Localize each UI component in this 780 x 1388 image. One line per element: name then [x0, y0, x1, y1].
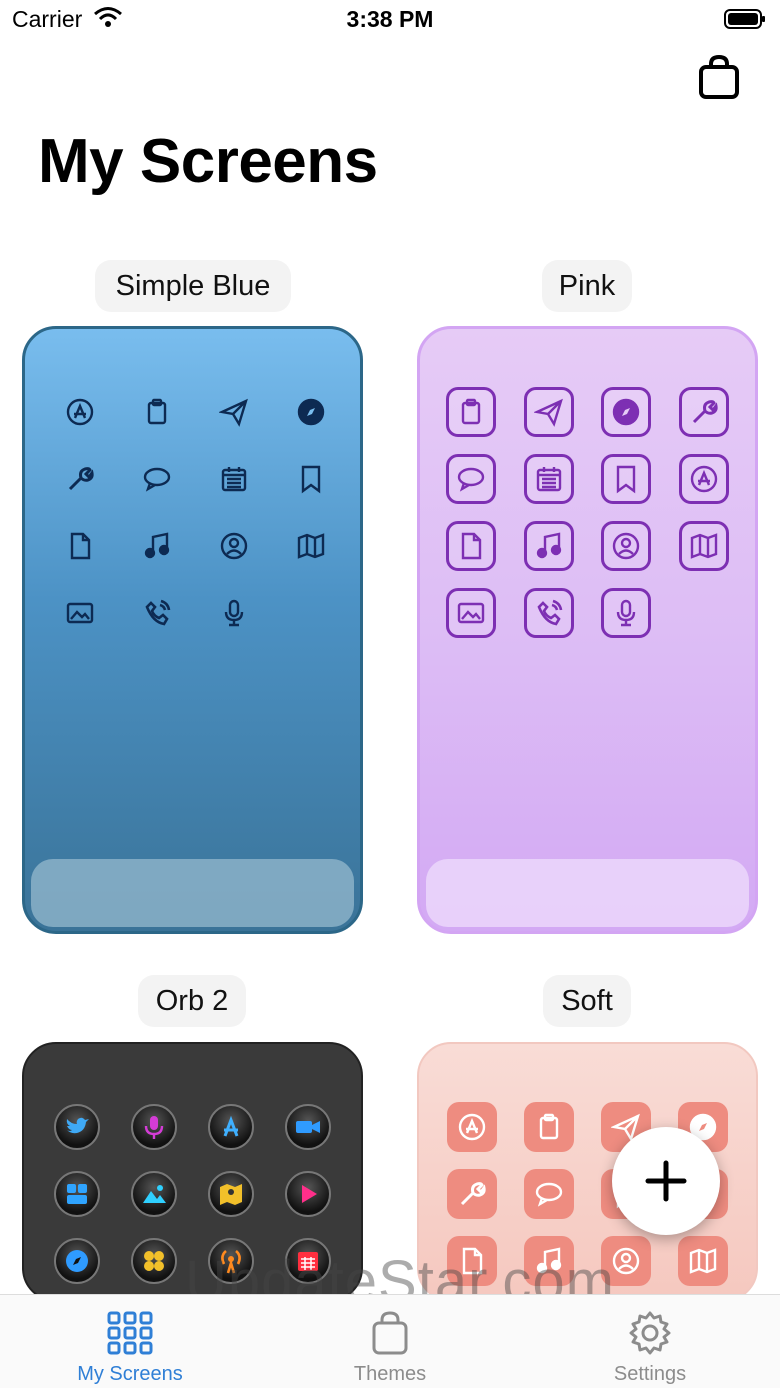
phone-icon — [132, 588, 182, 638]
clipboard-icon — [132, 387, 182, 437]
theme-label-soft: Soft — [543, 975, 631, 1027]
theme-label-simple-blue: Simple Blue — [95, 260, 291, 312]
tab-my-screens[interactable]: My Screens — [30, 1295, 230, 1388]
tab-label: Settings — [613, 1363, 687, 1385]
tab-settings[interactable]: Settings — [550, 1295, 750, 1388]
document-icon — [55, 521, 105, 571]
microphone-icon — [601, 588, 651, 638]
dock — [426, 859, 749, 927]
grid-icon — [107, 1311, 153, 1355]
play-icon — [285, 1171, 331, 1217]
photo-icon — [446, 588, 496, 638]
microphone-icon — [209, 588, 259, 638]
app-store-icon — [208, 1104, 254, 1150]
bookmark-icon — [601, 454, 651, 504]
shopping-bag-icon — [699, 54, 739, 99]
calendar-icon — [524, 454, 574, 504]
plus-icon — [645, 1160, 687, 1202]
paper-plane-icon — [209, 387, 259, 437]
wrench-icon — [447, 1169, 497, 1219]
map-icon — [679, 521, 729, 571]
shopping-bag-icon — [372, 1311, 408, 1355]
compass-icon — [286, 387, 336, 437]
clipboard-icon — [524, 1102, 574, 1152]
chat-bubble-icon — [524, 1169, 574, 1219]
app-store-icon — [679, 454, 729, 504]
wrench-icon — [55, 454, 105, 504]
compass-icon — [601, 387, 651, 437]
contact-icon — [601, 521, 651, 571]
add-screen-button[interactable] — [612, 1127, 720, 1235]
music-note-icon — [524, 521, 574, 571]
widgets-icon — [54, 1171, 100, 1217]
paper-plane-icon — [524, 387, 574, 437]
app-store-icon — [447, 1102, 497, 1152]
shop-button[interactable] — [698, 54, 740, 105]
twitter-bird-icon — [54, 1104, 100, 1150]
gear-icon — [629, 1311, 671, 1355]
photo-icon — [131, 1171, 177, 1217]
dock — [31, 859, 354, 927]
compass-icon — [54, 1238, 100, 1284]
video-camera-icon — [285, 1104, 331, 1150]
music-note-icon — [132, 521, 182, 571]
theme-card-pink[interactable] — [417, 326, 758, 934]
theme-label-pink: Pink — [542, 260, 632, 312]
app-store-icon — [55, 387, 105, 437]
tab-bar: My Screens Themes Settings — [0, 1294, 780, 1388]
page-title: My Screens — [38, 127, 378, 196]
theme-card-simple-blue[interactable] — [22, 326, 363, 934]
map-icon — [286, 521, 336, 571]
wrench-icon — [679, 387, 729, 437]
document-icon — [446, 521, 496, 571]
phone-icon — [524, 588, 574, 638]
tab-themes[interactable]: Themes — [290, 1295, 490, 1388]
calculator-icon — [131, 1238, 177, 1284]
photo-icon — [55, 588, 105, 638]
tab-label: Themes — [353, 1363, 427, 1385]
microphone-icon — [131, 1104, 177, 1150]
battery-icon — [724, 9, 765, 29]
bookmark-icon — [286, 454, 336, 504]
tab-label: My Screens — [77, 1363, 183, 1385]
map-icon — [678, 1236, 728, 1286]
chat-bubble-icon — [132, 454, 182, 504]
contact-icon — [209, 521, 259, 571]
clock: 3:38 PM — [346, 6, 434, 32]
status-bar: Carrier 3:38 PM — [0, 0, 780, 40]
calendar-icon — [209, 454, 259, 504]
maps-icon — [208, 1171, 254, 1217]
theme-label-orb-2: Orb 2 — [138, 975, 246, 1027]
clipboard-icon — [446, 387, 496, 437]
chat-bubble-icon — [446, 454, 496, 504]
